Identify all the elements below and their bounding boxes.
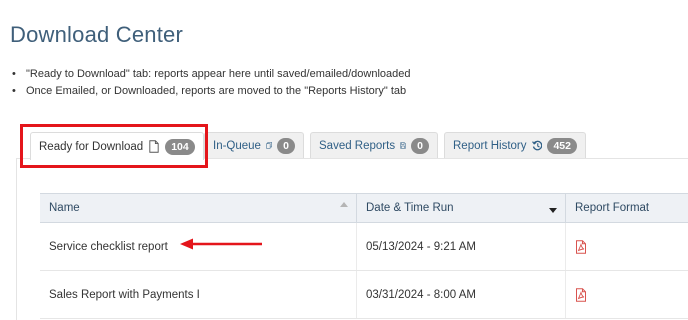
count-badge: 0	[277, 137, 295, 154]
history-icon	[531, 140, 542, 151]
table-row[interactable]: Sales Report with Payments I 03/31/2024 …	[40, 271, 688, 319]
column-header-format[interactable]: Report Format	[566, 194, 688, 222]
report-format-cell	[566, 223, 688, 270]
tab-saved-reports[interactable]: Saved Reports 0	[310, 132, 438, 158]
table-row[interactable]: Service checklist report 05/13/2024 - 9:…	[40, 223, 688, 271]
count-badge: 104	[165, 138, 195, 155]
reports-table: Name Date & Time Run Report Format Servi…	[40, 193, 688, 319]
info-notes: "Ready to Download" tab: reports appear …	[10, 66, 411, 100]
report-date: 05/13/2024 - 9:21 AM	[366, 240, 476, 253]
report-date: 03/31/2024 - 8:00 AM	[366, 288, 476, 301]
pdf-icon[interactable]	[575, 239, 587, 254]
column-header-name[interactable]: Name	[40, 194, 357, 222]
copy-icon	[266, 142, 272, 149]
tab-in-queue[interactable]: In-Queue 0	[204, 132, 304, 158]
tab-report-history[interactable]: Report History 452	[444, 132, 586, 158]
tab-label: Report History	[453, 139, 527, 152]
report-format-cell	[566, 271, 688, 318]
table-header: Name Date & Time Run Report Format	[40, 193, 688, 223]
pdf-icon[interactable]	[575, 287, 587, 302]
tab-label: In-Queue	[213, 139, 261, 152]
column-header-label: Date & Time Run	[366, 202, 454, 214]
report-name-cell: Sales Report with Payments I	[40, 271, 357, 318]
document-icon	[149, 140, 159, 153]
page-title: Download Center	[10, 22, 183, 47]
report-name: Service checklist report	[49, 240, 168, 253]
column-header-label: Report Format	[575, 202, 650, 214]
column-header-label: Name	[49, 202, 80, 214]
tab-label: Saved Reports	[319, 139, 396, 152]
tab-bar: Ready for Download 104 In-Queue 0 Saved …	[16, 132, 688, 160]
note-item: Once Emailed, or Downloaded, reports are…	[10, 83, 411, 100]
sort-ascending-icon	[340, 202, 348, 207]
report-name-cell: Service checklist report	[40, 223, 357, 270]
count-badge: 452	[547, 137, 577, 154]
save-icon	[400, 142, 406, 149]
note-item: "Ready to Download" tab: reports appear …	[10, 66, 411, 83]
report-date-cell: 05/13/2024 - 9:21 AM	[357, 223, 566, 270]
sort-descending-icon	[549, 208, 557, 213]
count-badge: 0	[411, 137, 429, 154]
report-date-cell: 03/31/2024 - 8:00 AM	[357, 271, 566, 318]
tab-ready-for-download[interactable]: Ready for Download 104	[30, 132, 204, 160]
column-header-date[interactable]: Date & Time Run	[357, 194, 566, 222]
tab-label: Ready for Download	[39, 140, 144, 153]
report-name: Sales Report with Payments I	[49, 288, 200, 301]
